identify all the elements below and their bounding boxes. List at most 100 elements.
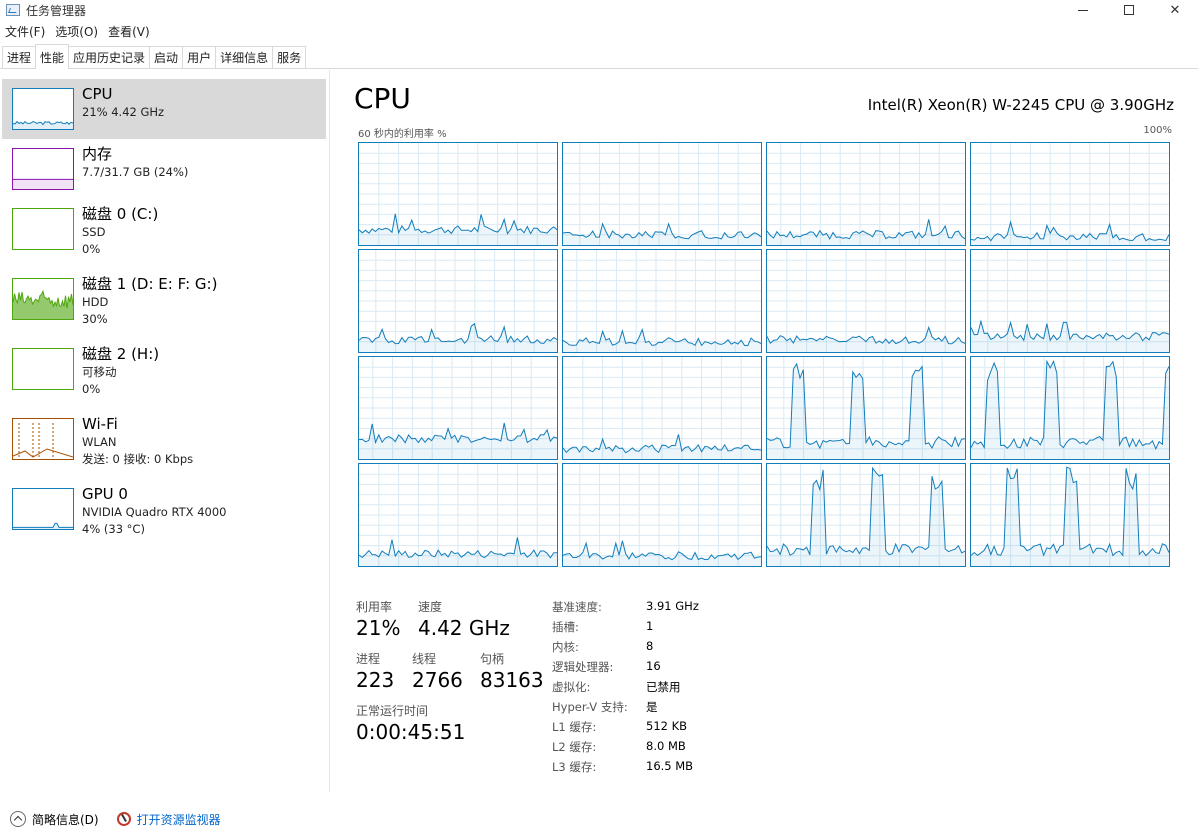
cpu-detail-panel: CPU Intel(R) Xeon(R) W-2245 CPU @ 3.90GH…: [330, 70, 1198, 792]
menu-file[interactable]: 文件(F): [0, 23, 50, 40]
tab-performance[interactable]: 性能: [35, 44, 70, 69]
info-key: 逻辑处理器:: [552, 660, 614, 674]
sidebar-item-detail: 4% (33 °C): [82, 522, 145, 536]
open-resource-monitor-link[interactable]: 打开资源监视器: [137, 811, 221, 828]
footer-bar: 简略信息(D) 打开资源监视器: [0, 806, 1198, 832]
sidebar-item-type: 可移动: [82, 365, 117, 379]
core-graph: [562, 142, 762, 246]
utilization-value: 21%: [356, 616, 401, 640]
sidebar-item-disk-1[interactable]: 磁盘 1 (D: E: F: G:) HDD 30%: [2, 269, 326, 329]
tab-processes[interactable]: 进程: [2, 46, 37, 68]
info-value: 16: [646, 659, 661, 673]
core-graph: [358, 356, 558, 460]
sidebar-item-memory[interactable]: 内存 7.7/31.7 GB (24%): [2, 139, 326, 199]
minimize-icon: [1078, 9, 1088, 11]
chevron-up-icon[interactable]: [10, 811, 26, 827]
sidebar-item-title: 内存: [82, 145, 113, 163]
sidebar-item-title: 磁盘 0 (C:): [82, 205, 159, 223]
menu-bar: 文件(F) 选项(O) 查看(V): [0, 21, 155, 41]
info-key: L1 缓存:: [552, 720, 597, 734]
core-usage-fill: [767, 363, 965, 459]
info-value: 是: [646, 700, 658, 714]
sidebar-item-detail: 0%: [82, 382, 101, 396]
processes-label: 进程: [356, 652, 381, 666]
resource-monitor-icon: [116, 812, 131, 826]
graph-max-label: 100%: [1143, 125, 1172, 136]
sidebar-item-cpu[interactable]: CPU 21% 4.42 GHz: [2, 79, 326, 139]
sidebar-item-title: CPU: [82, 85, 113, 103]
utilization-label: 利用率: [356, 600, 393, 614]
info-key: Hyper-V 支持:: [552, 700, 628, 714]
info-value: 1: [646, 619, 654, 633]
core-usage-fill: [563, 329, 761, 352]
close-icon: ✕: [1169, 2, 1181, 18]
graph-caption: 60 秒内的利用率 %: [358, 129, 447, 140]
sidebar-item-detail: 7.7/31.7 GB (24%): [82, 165, 189, 179]
core-usage-fill: [971, 321, 1169, 352]
core-graph: [358, 463, 558, 567]
tab-startup[interactable]: 启动: [149, 46, 184, 68]
thumbnail-line: [12, 448, 74, 458]
page-title: CPU: [354, 82, 411, 115]
tab-bar: 进程 性能 应用历史记录 启动 用户 详细信息 服务: [0, 44, 1198, 69]
speed-value: 4.42 GHz: [418, 616, 510, 640]
sidebar-item-detail: 21% 4.42 GHz: [82, 105, 165, 119]
fewer-details-button[interactable]: 简略信息(D): [32, 811, 99, 828]
info-key: 基准速度:: [552, 600, 602, 614]
sidebar-item-detail: 0%: [82, 242, 101, 256]
info-key: L3 缓存:: [552, 760, 597, 774]
disk1-thumbnail: [12, 278, 74, 320]
tab-details[interactable]: 详细信息: [215, 46, 274, 68]
tab-app-history[interactable]: 应用历史记录: [68, 46, 151, 68]
sidebar-item-type: SSD: [82, 225, 106, 239]
tab-services[interactable]: 服务: [272, 46, 307, 68]
cpu-thumbnail: [12, 88, 74, 130]
core-graph: [358, 249, 558, 353]
core-graph: [562, 356, 762, 460]
core-graph: [766, 142, 966, 246]
speed-label: 速度: [418, 600, 443, 614]
window-title: 任务管理器: [26, 3, 87, 18]
gpu-thumbnail: [12, 488, 74, 530]
info-value: 512 KB: [646, 719, 688, 733]
core-graph: [562, 463, 762, 567]
thumbnail-line: [13, 522, 73, 528]
maximize-button[interactable]: [1106, 0, 1152, 20]
info-value: 16.5 MB: [646, 759, 694, 773]
threads-label: 线程: [412, 652, 437, 666]
sidebar-item-title: Wi-Fi: [82, 415, 118, 433]
core-usage-line: [971, 359, 1169, 451]
uptime-value: 0:00:45:51: [356, 720, 466, 744]
cpu-model-name: Intel(R) Xeon(R) W-2245 CPU @ 3.90GHz: [867, 96, 1174, 114]
minimize-button[interactable]: [1060, 0, 1106, 20]
core-graph: [358, 142, 558, 246]
memory-thumbnail: [12, 148, 74, 190]
core-graph: [970, 142, 1170, 246]
sidebar-item-disk-0[interactable]: 磁盘 0 (C:) SSD 0%: [2, 199, 326, 259]
core-graph: [970, 249, 1170, 353]
title-bar: 任务管理器 ✕: [0, 0, 1198, 20]
wifi-thumbnail: [12, 418, 74, 460]
info-value: 8: [646, 639, 654, 653]
sidebar-item-type: HDD: [82, 295, 109, 309]
uptime-label: 正常运行时间: [356, 704, 429, 718]
close-button[interactable]: ✕: [1152, 0, 1198, 20]
handles-value: 83163: [480, 668, 544, 692]
disk0-thumbnail: [12, 208, 74, 250]
core-graph: [766, 356, 966, 460]
core-graph: [766, 249, 966, 353]
sidebar-item-gpu[interactable]: GPU 0 NVIDIA Quadro RTX 4000 4% (33 °C): [2, 479, 326, 539]
sidebar-item-title: GPU 0: [82, 485, 128, 503]
info-key: 插槽:: [552, 620, 579, 634]
thumbnail-fill: [13, 179, 73, 189]
sidebar-item-wifi[interactable]: Wi-Fi WLAN 发送: 0 接收: 0 Kbps: [2, 409, 326, 469]
tab-users[interactable]: 用户: [182, 46, 217, 68]
processes-value: 223: [356, 668, 395, 692]
sidebar-item-disk-2[interactable]: 磁盘 2 (H:) 可移动 0%: [2, 339, 326, 399]
menu-view[interactable]: 查看(V): [103, 23, 155, 40]
menu-options[interactable]: 选项(O): [50, 23, 103, 40]
core-graph: [970, 463, 1170, 567]
task-manager-icon: [6, 4, 20, 16]
maximize-icon: [1124, 5, 1134, 15]
sidebar-item-detail: 30%: [82, 312, 108, 326]
